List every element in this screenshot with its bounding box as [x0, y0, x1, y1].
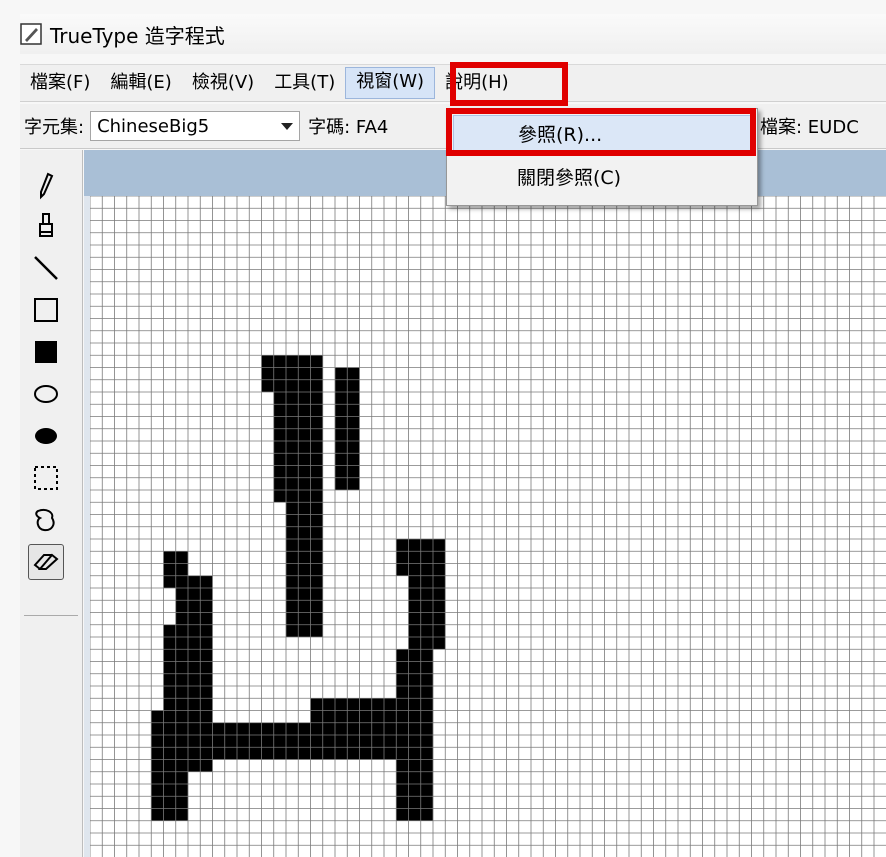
glyph-pixel-block — [261, 355, 323, 392]
glyph-edit-grid[interactable] — [90, 196, 886, 857]
glyph-pixel-block — [310, 698, 397, 760]
menu-window[interactable]: 視窗(W) — [345, 67, 436, 99]
pencil-icon[interactable] — [28, 168, 64, 204]
tool-separator — [24, 615, 78, 616]
rect-select-icon[interactable] — [28, 460, 64, 496]
ellipse-outline-icon[interactable] — [28, 376, 64, 412]
charset-dropdown[interactable]: ChineseBig5 — [90, 111, 301, 141]
rectangle-filled-icon[interactable] — [28, 334, 64, 370]
glyph-pixel-block — [396, 710, 433, 821]
menu-tools[interactable]: 工具(T) — [264, 68, 345, 98]
menu-help[interactable]: 說明(H) — [435, 68, 519, 98]
glyph-pixel-block — [396, 649, 433, 711]
app-window: TrueType 造字程式 檔案(F) 編輯(E) 檢視(V) 工具(T) 視窗… — [0, 0, 886, 857]
menu-edit[interactable]: 編輯(E) — [100, 68, 181, 98]
file-label: 檔案: EUDC — [760, 117, 859, 138]
menu-item-close-reference[interactable]: 關閉參照(C) — [453, 159, 751, 197]
tool-palette — [20, 150, 83, 857]
menu-view[interactable]: 檢視(V) — [182, 68, 264, 98]
menu-bar: 檔案(F) 編輯(E) 檢視(V) 工具(T) 視窗(W) 說明(H) — [20, 64, 886, 102]
window-menu-dropdown: 參照(R)... 關閉參照(C) — [446, 108, 758, 206]
edit-canvas-area — [84, 150, 886, 857]
charset-label: 字元集: — [24, 117, 85, 138]
menu-file[interactable]: 檔案(F) — [20, 68, 100, 98]
chevron-down-icon — [281, 123, 294, 130]
ellipse-filled-icon[interactable] — [28, 418, 64, 454]
title-bar: TrueType 造字程式 — [20, 14, 886, 54]
rectangle-outline-icon[interactable] — [28, 292, 64, 328]
window-title: TrueType 造字程式 — [50, 23, 225, 48]
edit-pen-icon — [20, 23, 42, 45]
char-code-label: 字碼: FA4 — [308, 117, 389, 138]
brush-icon[interactable] — [28, 208, 64, 244]
line-icon[interactable] — [28, 250, 64, 286]
eraser-icon[interactable] — [28, 544, 64, 580]
freeform-select-icon[interactable] — [28, 502, 64, 538]
menu-item-reference[interactable]: 參照(R)... — [453, 115, 751, 153]
glyph-pixel-block — [286, 502, 323, 637]
charset-value: ChineseBig5 — [97, 115, 210, 137]
